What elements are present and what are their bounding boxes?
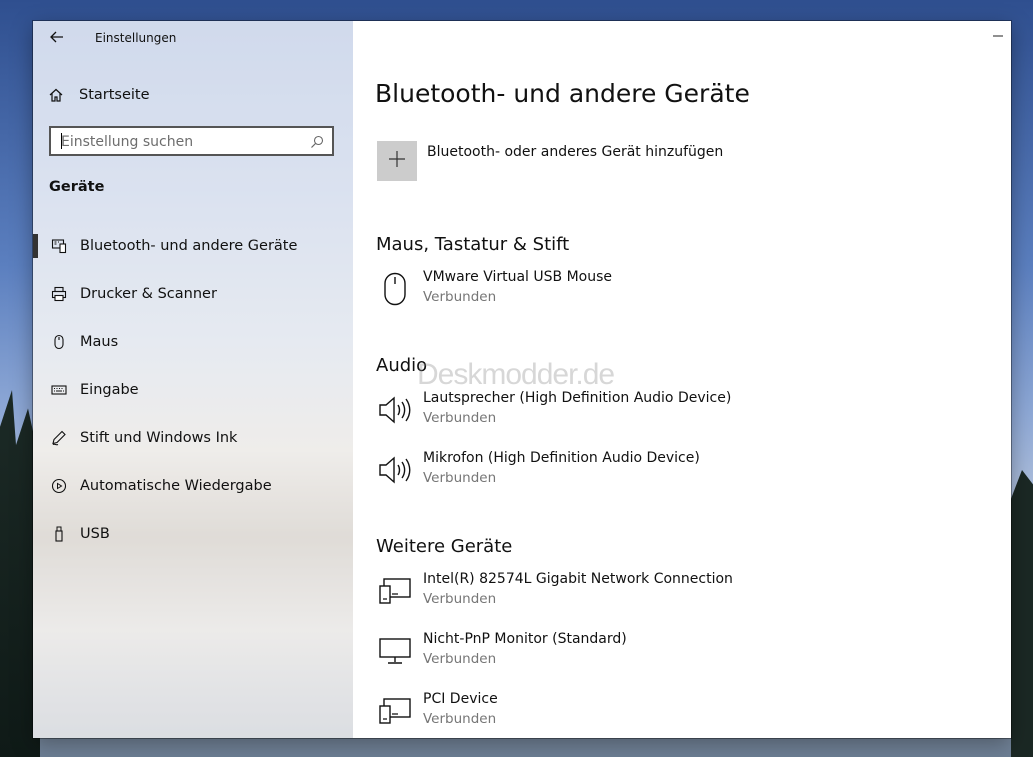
devices-icon xyxy=(377,693,413,729)
page-title: Bluetooth- und andere Geräte xyxy=(375,79,750,108)
device-status: Verbunden xyxy=(423,470,497,486)
sidebar-item-printers[interactable]: Drucker & Scanner xyxy=(33,270,353,318)
sidebar-item-usb[interactable]: USB xyxy=(33,510,353,558)
device-name: Mikrofon (High Definition Audio Device) xyxy=(423,450,700,466)
device-item[interactable]: PCI Device Verbunden xyxy=(377,691,977,737)
device-item[interactable]: Lautsprecher (High Definition Audio Devi… xyxy=(377,390,977,436)
device-name: Nicht-PnP Monitor (Standard) xyxy=(423,631,627,647)
search-box[interactable] xyxy=(49,126,334,156)
sidebar-item-label: USB xyxy=(80,526,110,542)
add-device-label[interactable]: Bluetooth- oder anderes Gerät hinzufügen xyxy=(427,144,723,160)
sidebar-nav: Bluetooth- und andere Geräte Drucker & S… xyxy=(33,222,353,558)
sidebar: Einstellungen Startseite Geräte Bluetoot… xyxy=(33,21,353,738)
add-device-button[interactable] xyxy=(377,141,417,181)
device-status: Verbunden xyxy=(423,289,497,305)
keyboard-icon xyxy=(51,382,67,398)
active-indicator xyxy=(33,234,38,258)
device-name: PCI Device xyxy=(423,691,498,707)
sidebar-item-bluetooth[interactable]: Bluetooth- und andere Geräte xyxy=(33,222,353,270)
sidebar-item-input[interactable]: Eingabe xyxy=(33,366,353,414)
sidebar-item-mouse[interactable]: Maus xyxy=(33,318,353,366)
back-arrow-icon[interactable] xyxy=(49,29,67,47)
sidebar-item-label: Maus xyxy=(80,334,119,350)
device-item[interactable]: Intel(R) 82574L Gigabit Network Connecti… xyxy=(377,571,977,617)
minimize-button[interactable] xyxy=(993,29,1003,45)
plus-icon xyxy=(388,150,406,172)
watermark: Deskmodder.de xyxy=(417,358,615,391)
sidebar-item-autoplay[interactable]: Automatische Wiedergabe xyxy=(33,462,353,510)
device-status: Verbunden xyxy=(423,591,497,607)
titlebar: Einstellungen xyxy=(33,21,353,57)
sidebar-item-label: Drucker & Scanner xyxy=(80,286,217,302)
device-name: Intel(R) 82574L Gigabit Network Connecti… xyxy=(423,571,733,587)
bluetooth-devices-icon xyxy=(51,238,67,254)
app-title: Einstellungen xyxy=(95,31,177,45)
speaker-icon xyxy=(377,392,413,428)
home-link[interactable]: Startseite xyxy=(47,83,150,107)
sidebar-item-label: Stift und Windows Ink xyxy=(80,430,238,446)
search-input[interactable] xyxy=(59,128,313,156)
autoplay-icon xyxy=(51,478,67,494)
speaker-icon xyxy=(377,452,413,488)
sidebar-item-label: Bluetooth- und andere Geräte xyxy=(80,238,298,254)
background-trees-right xyxy=(1011,470,1033,757)
device-name: Lautsprecher (High Definition Audio Devi… xyxy=(423,390,732,406)
device-status: Verbunden xyxy=(423,651,497,667)
mouse-icon xyxy=(377,271,413,307)
monitor-icon xyxy=(377,633,413,669)
device-name: VMware Virtual USB Mouse xyxy=(423,269,613,285)
sidebar-item-label: Automatische Wiedergabe xyxy=(80,478,272,494)
home-icon xyxy=(47,87,65,103)
device-item[interactable]: Nicht-PnP Monitor (Standard) Verbunden xyxy=(377,631,977,677)
devices-icon xyxy=(377,573,413,609)
usb-icon xyxy=(51,526,67,542)
section-title-input-devices: Maus, Tastatur & Stift xyxy=(376,234,570,255)
sidebar-item-pen[interactable]: Stift und Windows Ink xyxy=(33,414,353,462)
home-label: Startseite xyxy=(79,87,150,103)
device-status: Verbunden xyxy=(423,410,497,426)
printer-icon xyxy=(51,286,67,302)
sidebar-item-label: Eingabe xyxy=(80,382,139,398)
device-item[interactable]: VMware Virtual USB Mouse Verbunden xyxy=(377,269,977,315)
pen-icon xyxy=(51,430,67,446)
settings-window: Einstellungen Startseite Geräte Bluetoot… xyxy=(33,21,1011,738)
section-title-other-devices: Weitere Geräte xyxy=(376,536,513,557)
mouse-icon xyxy=(51,334,67,350)
main-content: Bluetooth- und andere Geräte Bluetooth- … xyxy=(353,21,1011,738)
device-status: Verbunden xyxy=(423,711,497,727)
device-item[interactable]: Mikrofon (High Definition Audio Device) … xyxy=(377,450,977,496)
category-heading: Geräte xyxy=(49,179,105,195)
search-icon[interactable] xyxy=(310,134,324,153)
